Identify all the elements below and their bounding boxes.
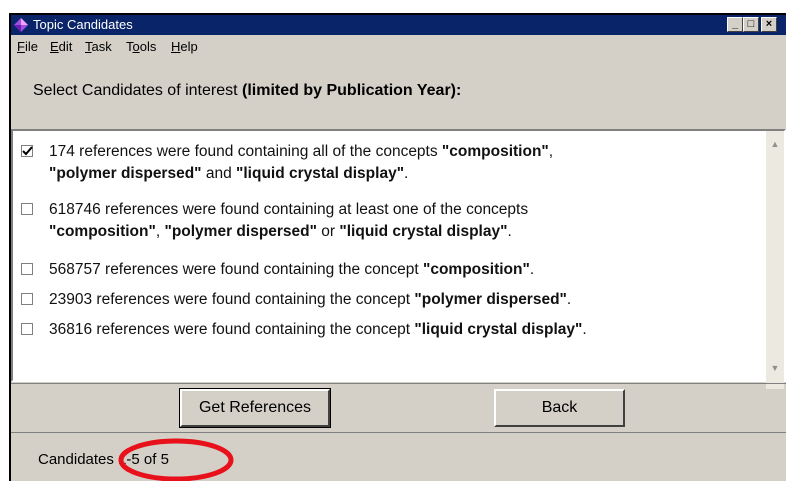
- close-icon[interactable]: ×: [761, 17, 777, 32]
- candidates-heading: Select Candidates of interest (limited b…: [33, 82, 462, 99]
- concept-term: "composition": [49, 223, 156, 240]
- candidate-checkbox[interactable]: [21, 263, 33, 275]
- candidate-text-segment: 174 references were found containing all…: [49, 143, 442, 160]
- candidate-text-segment: .: [507, 223, 512, 240]
- candidate-text-segment: 568757 references were found containing …: [49, 261, 423, 278]
- back-button[interactable]: Back: [494, 389, 625, 427]
- candidate-text-segment: or: [317, 223, 340, 240]
- concept-term: "composition": [422, 261, 530, 278]
- candidate-text-line2: "composition", "polymer dispersed" or "l…: [49, 221, 512, 242]
- candidate-checkbox[interactable]: [21, 323, 33, 335]
- menu-tools[interactable]: Tools: [126, 39, 156, 54]
- menu-file[interactable]: File: [17, 39, 38, 54]
- candidate-checkbox[interactable]: [21, 293, 33, 305]
- menu-bar: File Edit Task Tools Help: [11, 36, 786, 58]
- checkmark-icon: [22, 146, 33, 156]
- candidate-text-segment: and: [201, 165, 237, 182]
- candidate-text-segment: ,: [548, 143, 554, 160]
- get-references-button[interactable]: Get References: [179, 388, 331, 428]
- candidate-text-segment: .: [566, 291, 572, 308]
- candidate-text-segment: .: [529, 261, 535, 278]
- scroll-down-arrow-icon[interactable]: ▼: [768, 361, 782, 375]
- candidate-text-line2: "polymer dispersed" and "liquid crystal …: [49, 163, 408, 184]
- concept-term: "polymer dispersed": [164, 223, 317, 240]
- candidates-list[interactable]: 174 references were found containing all…: [11, 129, 786, 389]
- concept-term: "liquid crystal display": [236, 165, 405, 182]
- menu-help[interactable]: Help: [171, 39, 198, 54]
- candidate-text-segment: 36816 references were found containing t…: [49, 321, 415, 338]
- menu-task[interactable]: Task: [85, 39, 112, 54]
- candidate-text-line1: 23903 references were found containing t…: [49, 289, 571, 310]
- list-scrollbar[interactable]: ▲ ▼: [766, 131, 784, 389]
- candidate-text-line1: 618746 references were found containing …: [49, 199, 528, 220]
- title-bar[interactable]: Topic Candidates _ □ ×: [11, 15, 786, 35]
- concept-term: "liquid crystal display": [339, 223, 508, 240]
- minimize-icon[interactable]: _: [727, 17, 743, 32]
- maximize-icon[interactable]: □: [743, 17, 759, 32]
- window-title: Topic Candidates: [33, 17, 133, 32]
- candidate-checkbox[interactable]: [21, 203, 33, 215]
- concept-term: "composition": [441, 143, 549, 160]
- button-panel: Get References Back: [11, 383, 786, 433]
- concept-term: "polymer dispersed": [414, 291, 567, 308]
- candidate-text-line1: 568757 references were found containing …: [49, 259, 534, 280]
- candidate-text-segment: 618746 references were found containing …: [49, 201, 529, 218]
- scroll-up-arrow-icon[interactable]: ▲: [768, 137, 782, 151]
- concept-term: "polymer dispersed": [49, 165, 202, 182]
- candidate-text-line1: 36816 references were found containing t…: [49, 319, 587, 340]
- candidate-checkbox[interactable]: [21, 145, 33, 157]
- concept-term: "liquid crystal display": [414, 321, 583, 338]
- candidate-text-segment: 23903 references were found containing t…: [49, 291, 415, 308]
- menu-edit[interactable]: Edit: [50, 39, 72, 54]
- candidate-text-line1: 174 references were found containing all…: [49, 141, 553, 162]
- candidate-text-segment: .: [404, 165, 409, 182]
- diamond-app-icon: [14, 18, 28, 32]
- candidate-text-segment: .: [582, 321, 587, 338]
- red-circle-annotation: [118, 438, 234, 481]
